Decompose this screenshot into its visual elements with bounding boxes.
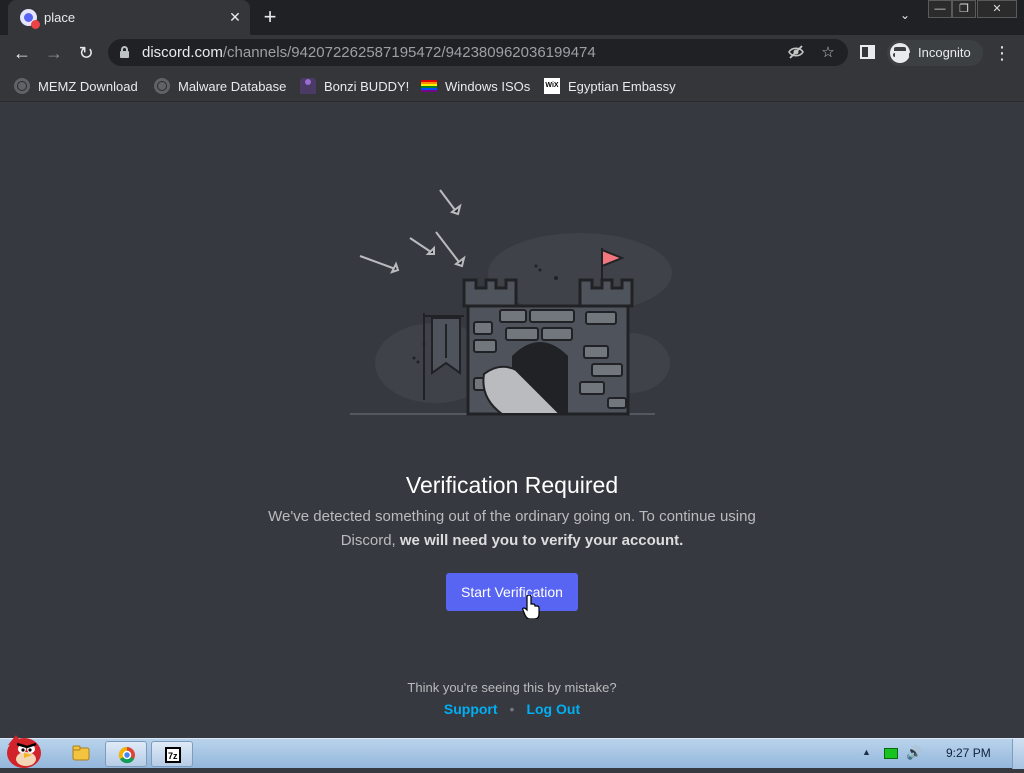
incognito-label: Incognito bbox=[918, 45, 971, 60]
forward-button[interactable]: → bbox=[42, 41, 66, 65]
volume-icon[interactable]: 🔊 bbox=[906, 745, 922, 761]
incognito-icon bbox=[890, 43, 911, 63]
description-line-2-bold: we will need you to verify your account. bbox=[399, 532, 684, 549]
discord-favicon-icon bbox=[20, 9, 40, 29]
window-close-button[interactable]: ✕ bbox=[977, 0, 1017, 18]
bookmark-label: Bonzi BUDDY! bbox=[324, 78, 410, 94]
mistake-text: Think you're seeing this by mistake? bbox=[407, 680, 617, 695]
verification-page: Verification Required We've detected som… bbox=[0, 103, 1024, 738]
svg-text:7z: 7z bbox=[168, 751, 178, 761]
support-link[interactable]: Support bbox=[444, 701, 498, 717]
tab-strip: place ✕ + ⌄ — ❐ ✕ bbox=[0, 0, 1024, 35]
bookmark-egyptian-embassy[interactable]: WiX Egyptian Embassy bbox=[544, 76, 676, 96]
bookmark-label: MEMZ Download bbox=[38, 78, 138, 94]
description-line-1: We've detected something out of the ordi… bbox=[268, 508, 756, 525]
eye-off-icon[interactable] bbox=[786, 43, 806, 63]
globe-icon bbox=[154, 78, 170, 94]
taskbar-chrome[interactable] bbox=[105, 741, 147, 767]
description-line-2-start: Discord, bbox=[340, 532, 400, 549]
bookmark-windows-isos[interactable]: Windows ISOs bbox=[421, 76, 530, 96]
side-panel-icon[interactable] bbox=[860, 45, 875, 59]
restore-button[interactable]: ❐ bbox=[952, 0, 976, 18]
rainbow-flag-icon bbox=[421, 80, 437, 92]
log-out-link[interactable]: Log Out bbox=[526, 701, 580, 717]
tab-search-chevron-icon[interactable]: ⌄ bbox=[895, 8, 915, 22]
taskbar-explorer[interactable] bbox=[60, 741, 102, 767]
bookmark-label: Malware Database bbox=[178, 78, 287, 94]
star-icon[interactable]: ☆ bbox=[818, 43, 838, 63]
lock-icon[interactable] bbox=[120, 46, 129, 58]
bookmark-label: Windows ISOs bbox=[445, 78, 531, 94]
tab-title: place bbox=[44, 10, 76, 25]
incognito-badge[interactable]: Incognito bbox=[887, 40, 983, 66]
7zip-icon: 7z bbox=[165, 747, 181, 763]
taskbar-clock[interactable]: 9:27 PM bbox=[946, 746, 991, 760]
tab-close-icon[interactable]: ✕ bbox=[226, 8, 244, 26]
help-links: Support • Log Out bbox=[0, 701, 1024, 717]
new-tab-button[interactable]: + bbox=[258, 4, 282, 30]
address-bar[interactable]: discord.com/channels/942072262587195472/… bbox=[108, 39, 848, 66]
folder-icon bbox=[72, 745, 90, 761]
start-verification-button[interactable]: Start Verification bbox=[446, 573, 578, 611]
network-icon[interactable] bbox=[884, 748, 898, 759]
page-title: Verification Required bbox=[405, 472, 619, 498]
browser-toolbar: ← → ↻ discord.com/channels/9420722625871… bbox=[0, 35, 1024, 70]
bookmark-label: Egyptian Embassy bbox=[568, 78, 676, 94]
link-separator: • bbox=[509, 701, 515, 717]
chrome-icon bbox=[118, 746, 135, 764]
bookmark-memz[interactable]: MEMZ Download bbox=[14, 76, 138, 96]
bookmarks-bar: MEMZ Download Malware Database Bonzi BUD… bbox=[0, 70, 1024, 102]
tray-expand-icon[interactable]: ▲ bbox=[862, 747, 871, 757]
verification-description: We've detected something out of the ordi… bbox=[262, 505, 762, 553]
show-desktop-button[interactable] bbox=[1012, 739, 1024, 769]
wix-icon: WiX bbox=[544, 78, 560, 94]
tab-place[interactable]: place ✕ bbox=[8, 0, 250, 35]
bonzi-icon bbox=[300, 78, 316, 94]
taskbar-7zip[interactable]: 7z bbox=[151, 741, 193, 767]
hand-cursor-icon bbox=[522, 595, 540, 619]
url-text[interactable]: discord.com/channels/942072262587195472/… bbox=[142, 44, 596, 61]
back-button[interactable]: ← bbox=[10, 41, 34, 65]
bookmark-malware-database[interactable]: Malware Database bbox=[154, 76, 286, 96]
globe-icon bbox=[14, 78, 30, 94]
castle-illustration bbox=[350, 189, 672, 416]
reload-button[interactable]: ↻ bbox=[74, 41, 98, 65]
angry-bird-start-button-icon[interactable] bbox=[2, 731, 46, 769]
windows-taskbar: 7z ▲ 🔊 9:27 PM bbox=[0, 735, 1024, 769]
bookmark-bonzi-buddy[interactable]: Bonzi BUDDY! bbox=[300, 76, 409, 96]
browser-menu-icon[interactable]: ⋮ bbox=[992, 41, 1012, 65]
minimize-button[interactable]: — bbox=[928, 0, 952, 18]
